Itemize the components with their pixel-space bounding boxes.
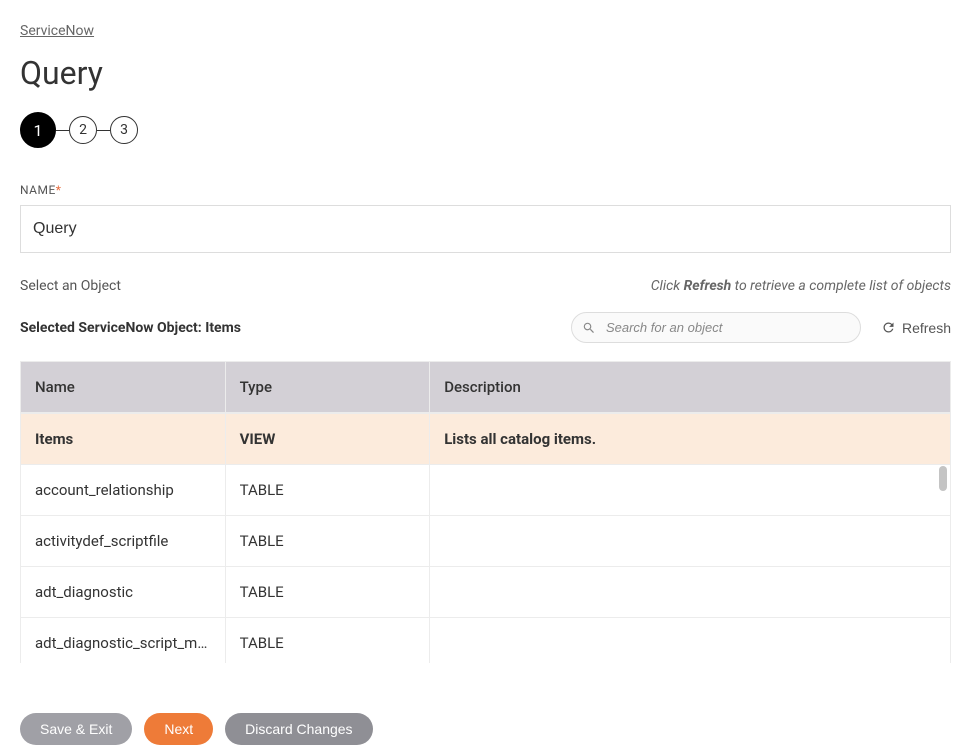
table-header-description[interactable]: Description: [430, 362, 951, 413]
cell-name: Items: [21, 414, 226, 465]
stepper: 1 2 3: [20, 112, 951, 148]
cell-name: activitydef_scriptfile: [21, 516, 226, 567]
cell-description: Lists all catalog items.: [430, 414, 951, 465]
cell-type: TABLE: [225, 516, 430, 567]
step-connector: [56, 130, 69, 131]
search-input[interactable]: [571, 312, 861, 343]
page-title: Query: [20, 54, 951, 92]
name-input[interactable]: [20, 205, 951, 253]
refresh-button[interactable]: Refresh: [881, 320, 951, 336]
object-table: Name Type Description ItemsVIEWLists all…: [20, 361, 951, 663]
scrollbar-thumb[interactable]: [939, 466, 947, 491]
table-header-name[interactable]: Name: [21, 362, 226, 413]
refresh-hint: Click Refresh to retrieve a complete lis…: [651, 278, 951, 294]
cell-name: account_relationship: [21, 465, 226, 516]
step-2[interactable]: 2: [69, 116, 97, 144]
cell-type: TABLE: [225, 567, 430, 618]
next-button[interactable]: Next: [144, 713, 213, 745]
cell-description: [430, 465, 951, 516]
required-asterisk: *: [56, 183, 62, 197]
table-row[interactable]: adt_diagnosticTABLE: [21, 567, 951, 618]
selected-object-label: Selected ServiceNow Object: Items: [20, 320, 241, 336]
select-object-label: Select an Object: [20, 278, 121, 294]
table-row[interactable]: activitydef_scriptfileTABLE: [21, 516, 951, 567]
cell-type: VIEW: [225, 414, 430, 465]
cell-name: adt_diagnostic_script_map...: [21, 618, 226, 664]
breadcrumb-servicenow[interactable]: ServiceNow: [20, 23, 94, 39]
step-3[interactable]: 3: [110, 116, 138, 144]
cell-description: [430, 618, 951, 664]
refresh-icon: [881, 320, 896, 335]
search-icon: [582, 321, 596, 335]
table-row[interactable]: adt_diagnostic_script_map...TABLE: [21, 618, 951, 664]
cell-name: adt_diagnostic: [21, 567, 226, 618]
discard-changes-button[interactable]: Discard Changes: [225, 713, 372, 745]
name-field-label: NAME*: [20, 183, 951, 197]
cell-type: TABLE: [225, 618, 430, 664]
cell-description: [430, 567, 951, 618]
refresh-label: Refresh: [902, 320, 951, 336]
table-row[interactable]: account_relationshipTABLE: [21, 465, 951, 516]
cell-type: TABLE: [225, 465, 430, 516]
scrollbar[interactable]: [939, 466, 949, 663]
cell-description: [430, 516, 951, 567]
table-row[interactable]: ItemsVIEWLists all catalog items.: [21, 414, 951, 465]
save-exit-button[interactable]: Save & Exit: [20, 713, 132, 745]
table-header-type[interactable]: Type: [225, 362, 430, 413]
step-connector: [97, 130, 110, 131]
step-1[interactable]: 1: [20, 112, 56, 148]
